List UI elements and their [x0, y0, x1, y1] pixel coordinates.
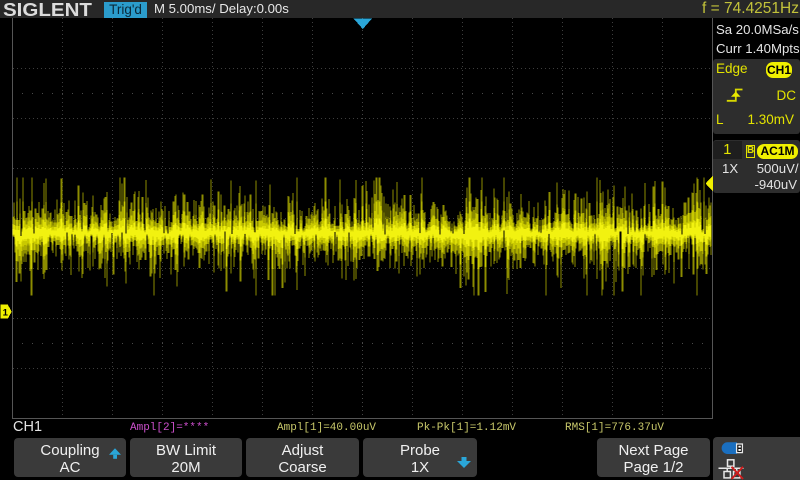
svg-text:1: 1 — [3, 308, 9, 319]
